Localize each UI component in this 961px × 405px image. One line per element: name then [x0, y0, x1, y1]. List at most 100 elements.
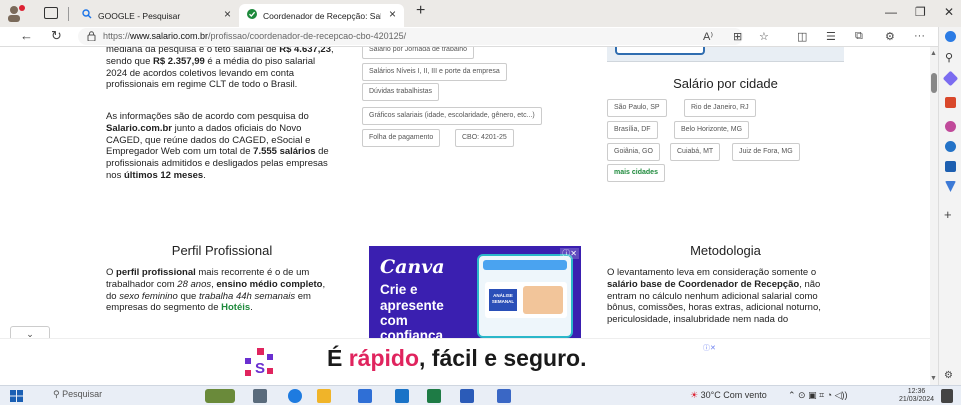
address-bar-row: ← ↻ https://www.salario.com.br/profissao…	[0, 27, 961, 47]
tab-title: GOOGLE - Pesquisar	[98, 11, 181, 21]
city-rio[interactable]: Rio de Janeiro, RJ	[684, 99, 756, 117]
edge-app-icon[interactable]	[288, 389, 302, 403]
link-duvidas[interactable]: Dúvidas trabalhistas	[362, 83, 440, 101]
more-menu-icon[interactable]: ···	[914, 30, 925, 42]
restore-icon[interactable]: ❐	[915, 5, 926, 19]
canva-line: confiança	[380, 328, 444, 338]
tab-actions-icon[interactable]	[44, 7, 58, 19]
scroll-thumb[interactable]	[931, 73, 937, 93]
ad-headline: É rápido, fácil e seguro.	[327, 345, 587, 371]
store-icon[interactable]	[358, 389, 372, 403]
link-niveis[interactable]: Salários Níveis I, II, III e porte da em…	[362, 63, 507, 81]
city-sao-paulo[interactable]: São Paulo, SP	[607, 99, 667, 117]
tag-icon[interactable]	[942, 70, 959, 87]
ad-brand-logo: S	[245, 348, 273, 377]
link-graficos[interactable]: Gráficos salariais (idade, escolaridade,…	[362, 107, 542, 125]
canva-card: ANÁLISE SEMANAL	[485, 282, 567, 318]
lock-icon[interactable]	[87, 31, 96, 41]
extensions-icon[interactable]: ⚙	[885, 30, 895, 43]
news-widget-icon[interactable]	[205, 389, 235, 403]
tab-divider	[68, 7, 69, 21]
minimize-icon[interactable]: —	[885, 5, 897, 19]
canva-line: apresente	[380, 298, 444, 313]
salario-favicon-icon	[247, 9, 257, 19]
canva-line: Crie e	[380, 282, 418, 297]
mail-icon[interactable]	[395, 389, 409, 403]
people-photo	[523, 286, 563, 314]
ad-info-close-icon[interactable]: ⓘ✕	[703, 343, 716, 353]
file-explorer-icon[interactable]	[317, 389, 331, 403]
send-icon[interactable]	[945, 181, 956, 192]
metodologia-title: Metodologia	[690, 243, 761, 258]
favorites-icon[interactable]: ☰	[826, 30, 836, 43]
weather-icon: ☀	[690, 390, 699, 400]
metodologia-paragraph: O levantamento leva em consideração some…	[607, 267, 821, 326]
taskbar-search[interactable]: ⚲ Pesquisar	[53, 389, 102, 400]
url-text: https://www.salario.com.br/profissao/coo…	[103, 31, 407, 41]
refresh-icon[interactable]: ↻	[51, 28, 62, 44]
word-icon[interactable]	[460, 389, 474, 403]
search-icon[interactable]: ⚲	[945, 51, 953, 64]
settings-icon[interactable]: ⚙	[944, 370, 953, 381]
new-tab-icon[interactable]: +	[416, 2, 425, 20]
tab-google-search[interactable]: GOOGLE - Pesquisar ×	[74, 4, 239, 27]
city-goiania[interactable]: Goiânia, GO	[607, 143, 660, 161]
add-icon[interactable]: +	[944, 207, 952, 222]
photos-icon[interactable]	[497, 389, 511, 403]
ad-close-icon[interactable]: ⓘ✕	[560, 248, 579, 259]
back-icon[interactable]: ←	[20, 28, 33, 43]
phone-header	[483, 260, 567, 270]
source-paragraph: As informações são de acordo com pesquis…	[106, 111, 329, 181]
clock[interactable]: 12:36 21/03/2024	[899, 388, 934, 404]
perfil-title: Perfil Profissional	[171, 243, 273, 258]
windows-taskbar: ⚲ Pesquisar ☀ 30°C Com vento ⌃ ⊙ ▣ ⌗ ◔ ◁…	[0, 385, 961, 405]
card-tag: ANÁLISE SEMANAL	[489, 289, 517, 311]
favorite-star-icon[interactable]: ☆	[759, 30, 769, 43]
close-window-icon[interactable]: ✕	[944, 5, 954, 19]
windows-start-icon[interactable]	[10, 390, 23, 402]
tab-salario-active[interactable]: Coordenador de Recepção: Salá ×	[239, 4, 404, 27]
weather-status[interactable]: ☀ 30°C Com vento	[690, 390, 767, 401]
perfil-paragraph: O perfil profissional mais recorrente é …	[106, 267, 326, 314]
city-juiz-de-fora[interactable]: Juiz de Fora, MG	[732, 143, 800, 161]
search-favicon-icon	[82, 9, 92, 19]
city-bh[interactable]: Belo Horizonte, MG	[674, 121, 750, 139]
link-folha[interactable]: Folha de pagamento	[362, 129, 441, 147]
edge-sidebar: ⚲ + ⚙	[938, 27, 961, 385]
excel-icon[interactable]	[427, 389, 441, 403]
canva-phone-mockup: ANÁLISE SEMANAL	[477, 254, 573, 338]
collections-icon[interactable]: ⧉	[855, 30, 863, 43]
svg-text:S: S	[255, 360, 265, 377]
system-tray-icons[interactable]: ⌃ ⊙ ▣ ⌗ ◔ ◁))	[788, 390, 848, 401]
city-cuiaba[interactable]: Cuiabá, MT	[670, 143, 721, 161]
link-cbo[interactable]: CBO: 4201-25	[455, 129, 514, 147]
bottom-ad-banner[interactable]: S É rápido, fácil e seguro. ⓘ✕	[0, 338, 930, 385]
tools-icon[interactable]	[945, 97, 956, 108]
cities-title: Salário por cidade	[673, 76, 778, 91]
close-tab-icon[interactable]: ×	[224, 7, 231, 21]
scroll-up-icon[interactable]: ▲	[930, 50, 937, 57]
profile-avatar-icon[interactable]	[7, 4, 27, 22]
scroll-down-icon[interactable]: ▼	[930, 375, 937, 382]
app-available-icon[interactable]: ⊞	[733, 30, 742, 43]
map-button[interactable]	[615, 47, 705, 55]
people-icon[interactable]	[945, 121, 956, 132]
task-view-icon[interactable]	[253, 389, 267, 403]
map-preview[interactable]	[607, 47, 844, 62]
split-screen-icon[interactable]: ◫	[797, 30, 807, 43]
url-field[interactable]: https://www.salario.com.br/profissao/coo…	[78, 28, 743, 45]
read-aloud-icon[interactable]: A⁾	[703, 30, 713, 43]
office-icon[interactable]	[945, 141, 956, 152]
copilot-icon[interactable]	[945, 31, 956, 42]
city-brasilia[interactable]: Brasília, DF	[607, 121, 658, 139]
more-cities-link[interactable]: mais cidades	[607, 164, 665, 182]
canva-ad[interactable]: Canva Crie e apresente com confiança ANÁ…	[369, 246, 581, 338]
canva-line: com	[380, 313, 408, 328]
outlook-icon[interactable]	[945, 161, 956, 172]
page-scrollbar[interactable]: ▲ ▼	[930, 47, 938, 385]
close-tab-icon[interactable]: ×	[389, 7, 396, 21]
salary-summary-paragraph: mediana da pesquisa e o teto salarial de…	[106, 47, 334, 91]
notifications-icon[interactable]	[941, 389, 953, 403]
browser-tab-bar: GOOGLE - Pesquisar × Coordenador de Rece…	[0, 0, 961, 27]
link-jornada[interactable]: Salário por Jornada de trabalho	[362, 47, 475, 59]
